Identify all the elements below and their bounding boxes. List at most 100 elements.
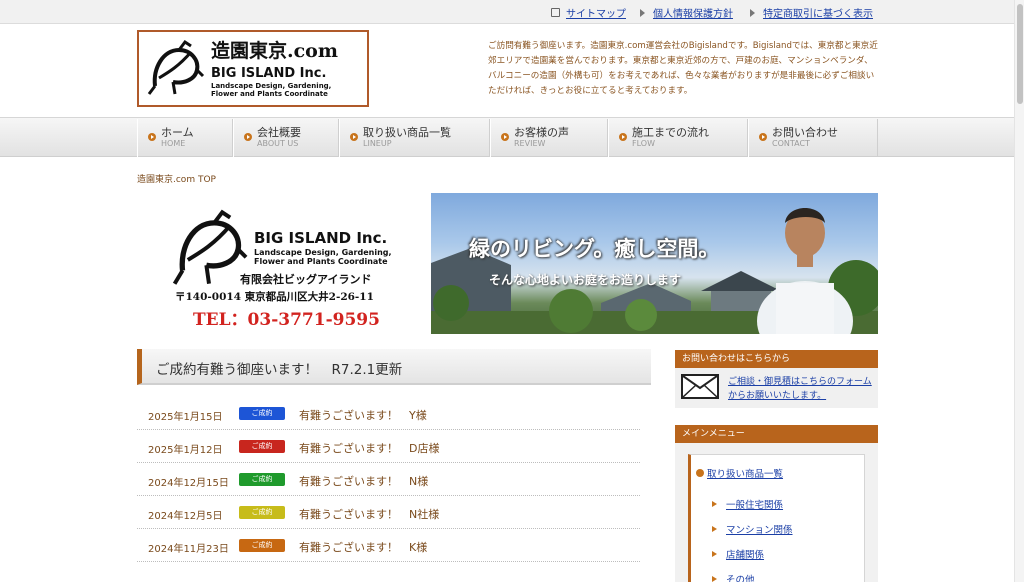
news-badge: ご成約 xyxy=(239,473,285,486)
hero-catchphrase-sub: そんな心地よいお庭をお造りします xyxy=(489,273,682,287)
nav-item-contact[interactable]: お問い合わせ CONTACT xyxy=(748,119,878,157)
nav-sublabel: FLOW xyxy=(632,139,655,148)
arrow-icon xyxy=(750,8,755,17)
contact-form-link[interactable]: ご相談・御見積はこちらのフォームからお願いいたします。 xyxy=(728,375,876,403)
turtle-logo-icon xyxy=(172,209,248,285)
news-date: 2025年1月12日 xyxy=(148,445,223,456)
hero-company-jp-name: 有限会社ビッグアイランド xyxy=(240,273,372,286)
hero-subtitle-line2: Flower and Plants Coordinate xyxy=(254,257,388,266)
nav-bullet-icon xyxy=(148,133,156,141)
nav-item-about[interactable]: 会社概要 ABOUT US xyxy=(233,119,339,157)
commercial-law-link[interactable]: 特定商取引に基づく表示 xyxy=(750,5,873,20)
news-text: 有難うございます！ K様 xyxy=(299,541,428,554)
nav-item-home[interactable]: ホーム HOME xyxy=(137,119,233,157)
nav-bullet-icon xyxy=(759,133,767,141)
menu-subitem-residential[interactable]: 一般住宅関係 xyxy=(712,497,783,511)
news-item: 2024年12月15日 ご成約 有難うございます！ N様 xyxy=(137,463,640,496)
news-badge: ご成約 xyxy=(239,539,285,552)
news-section-title: ご成約有難う御座います！ R7.2.1更新 xyxy=(137,349,651,385)
news-date: 2024年12月5日 xyxy=(148,511,223,522)
news-text: 有難うございます！ N社様 xyxy=(299,508,440,521)
site-logo[interactable]: 造園東京.com BIG ISLAND Inc. Landscape Desig… xyxy=(137,30,369,107)
menu-subitem-store[interactable]: 店舗関係 xyxy=(712,547,764,561)
sitemap-icon xyxy=(551,8,560,17)
company-card: BIG ISLAND Inc. Landscape Design, Garden… xyxy=(137,193,430,334)
nav-bullet-icon xyxy=(619,133,627,141)
nav-bullet-icon xyxy=(350,133,358,141)
logo-title: 造園東京.com xyxy=(211,40,338,62)
nav-label: 施工までの流れ xyxy=(632,126,709,139)
breadcrumb[interactable]: 造園東京.com TOP xyxy=(137,172,216,185)
intro-text: ご訪問有難う御座います。造園東京.com運営会社のBigislandです。Big… xyxy=(488,41,878,96)
hero-company-subtitle: Landscape Design, Gardening, Flower and … xyxy=(254,248,392,266)
nav-label: お客様の声 xyxy=(514,126,569,139)
nav-item-review[interactable]: お客様の声 REVIEW xyxy=(490,119,608,157)
nav-label: 会社概要 xyxy=(257,126,301,139)
triangle-icon xyxy=(712,501,717,507)
news-date: 2024年12月15日 xyxy=(148,478,229,489)
news-text: 有難うございます！ Y様 xyxy=(299,409,427,422)
news-item: 2025年1月12日 ご成約 有難うございます！ D店様 xyxy=(137,430,640,463)
hero-phone: TEL：03-3771-9595 xyxy=(193,310,380,330)
sitemap-link-label: サイトマップ xyxy=(566,9,626,20)
triangle-icon xyxy=(712,576,717,582)
news-text: 有難うございます！ N様 xyxy=(299,475,429,488)
privacy-policy-link[interactable]: 個人情報保護方針 xyxy=(640,5,733,20)
mail-icon xyxy=(681,374,719,399)
nav-bullet-icon xyxy=(501,133,509,141)
logo-company: BIG ISLAND Inc. xyxy=(211,66,327,81)
hero-address: 〒140-0014 東京都品川区大井2-26-11 xyxy=(175,291,374,303)
nav-item-flow[interactable]: 施工までの流れ FLOW xyxy=(608,119,748,157)
sitemap-link[interactable]: サイトマップ xyxy=(551,5,626,20)
menu-subitem-label: マンション関係 xyxy=(726,525,793,536)
menu-item-lineup[interactable]: 取り扱い商品一覧 xyxy=(696,466,783,480)
hero-catchphrase: 緑のリビング。癒し空間。 xyxy=(469,236,720,261)
menu-subitem-label: 店舗関係 xyxy=(726,550,765,561)
nav-label: お問い合わせ xyxy=(772,126,838,139)
hero-photo xyxy=(431,208,878,334)
privacy-policy-label: 個人情報保護方針 xyxy=(653,9,733,20)
triangle-icon xyxy=(712,526,717,532)
logo-subtitle: Landscape Design, Gardening, Flower and … xyxy=(211,82,331,98)
nav-sublabel: REVIEW xyxy=(514,139,546,148)
commercial-law-label: 特定商取引に基づく表示 xyxy=(763,9,873,20)
news-badge: ご成約 xyxy=(239,440,285,453)
main-menu-header: メインメニュー xyxy=(675,425,878,443)
main-menu-list: 取り扱い商品一覧 一般住宅関係 マンション関係 店舗関係 その他 xyxy=(688,454,865,582)
nav-sublabel: HOME xyxy=(161,139,186,148)
scrollbar-thumb[interactable] xyxy=(1017,4,1023,104)
hero-banner: 緑のリビング。癒し空間。 そんな心地よいお庭をお造りします xyxy=(431,193,878,334)
news-date: 2024年11月23日 xyxy=(148,544,229,555)
top-utility-bar: サイトマップ 個人情報保護方針 特定商取引に基づく表示 xyxy=(0,0,1014,24)
news-title-text: ご成約有難う御座います！ R7.2.1更新 xyxy=(156,362,403,378)
page-scrollbar[interactable] xyxy=(1014,0,1024,582)
nav-label: 取り扱い商品一覧 xyxy=(363,126,451,139)
contact-section-header: お問い合わせはこちらから xyxy=(675,350,878,368)
menu-subitem-other[interactable]: その他 xyxy=(712,572,755,582)
menu-subitem-label: その他 xyxy=(726,575,755,582)
contact-box[interactable]: ご相談・御見積はこちらのフォームからお願いいたします。 xyxy=(675,368,878,408)
logo-subtitle-line2: Flower and Plants Coordinate xyxy=(211,90,328,98)
main-menu-box: 取り扱い商品一覧 一般住宅関係 マンション関係 店舗関係 その他 xyxy=(675,443,878,582)
news-badge: ご成約 xyxy=(239,506,285,519)
menu-subitem-condominium[interactable]: マンション関係 xyxy=(712,522,793,536)
hero-subtitle-line1: Landscape Design, Gardening, xyxy=(254,248,392,257)
hero-company-name: BIG ISLAND Inc. xyxy=(254,229,388,247)
menu-item-label: 取り扱い商品一覧 xyxy=(707,469,784,480)
nav-item-lineup[interactable]: 取り扱い商品一覧 LINEUP xyxy=(339,119,490,157)
arrow-icon xyxy=(640,8,645,17)
news-date: 2025年1月15日 xyxy=(148,412,223,423)
news-item: 2024年11月23日 ご成約 有難うございます！ K様 xyxy=(137,529,640,562)
nav-bullet-icon xyxy=(244,133,252,141)
menu-subitem-label: 一般住宅関係 xyxy=(726,500,784,511)
nav-label: ホーム xyxy=(161,126,194,139)
nav-sublabel: LINEUP xyxy=(363,139,392,148)
news-text: 有難うございます！ D店様 xyxy=(299,442,440,455)
triangle-icon xyxy=(712,551,717,557)
nav-sublabel: CONTACT xyxy=(772,139,810,148)
nav-sublabel: ABOUT US xyxy=(257,139,299,148)
news-item: 2025年1月15日 ご成約 有難うございます！ Y様 xyxy=(137,397,640,430)
menu-bullet-icon xyxy=(696,469,704,477)
logo-subtitle-line1: Landscape Design, Gardening, xyxy=(211,82,332,90)
news-badge: ご成約 xyxy=(239,407,285,420)
